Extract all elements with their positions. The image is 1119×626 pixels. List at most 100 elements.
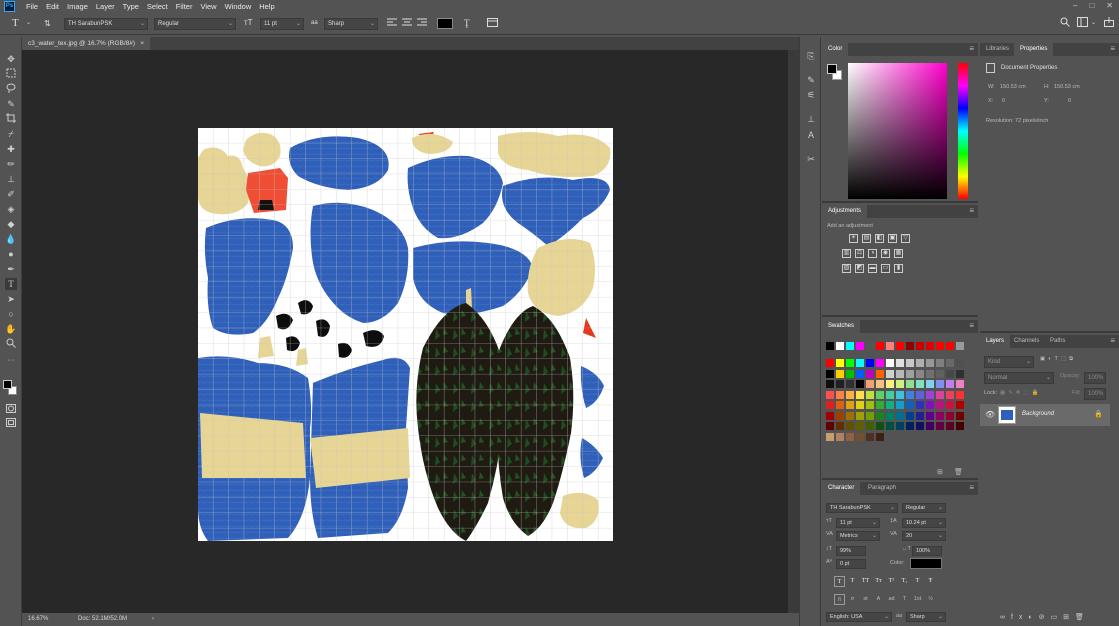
- swatch[interactable]: [906, 390, 914, 399]
- swatch[interactable]: [886, 411, 894, 420]
- swatch[interactable]: [906, 342, 914, 350]
- swatch[interactable]: [826, 422, 834, 430]
- swatch[interactable]: [946, 342, 954, 350]
- toggle-text-orientation-icon[interactable]: ⇅: [44, 18, 51, 30]
- swatch[interactable]: [926, 422, 934, 430]
- menu-help[interactable]: Help: [255, 0, 278, 13]
- y-value[interactable]: 0: [1068, 98, 1071, 104]
- swatch[interactable]: [826, 369, 834, 378]
- swatch[interactable]: [896, 342, 904, 350]
- adjustment-icon[interactable]: ▮: [894, 264, 903, 273]
- brush-panel-icon[interactable]: ✎: [805, 74, 817, 86]
- brush-tool-icon[interactable]: ✏: [5, 158, 17, 170]
- language-select[interactable]: English: USA ⌄: [826, 612, 892, 622]
- history-brush-tool-icon[interactable]: ✐: [5, 188, 17, 200]
- swatch[interactable]: [846, 390, 854, 399]
- char-leading-field[interactable]: 10.24 pt ⌄: [902, 518, 946, 528]
- swatch[interactable]: [866, 380, 874, 388]
- swatch[interactable]: [956, 369, 964, 378]
- marquee-tool-icon[interactable]: [5, 68, 17, 80]
- swatch[interactable]: [896, 422, 904, 430]
- blur-tool-icon[interactable]: 💧: [5, 233, 17, 245]
- adjustment-icon[interactable]: ◉: [881, 249, 890, 258]
- swatch[interactable]: [856, 411, 864, 420]
- eraser-tool-icon[interactable]: ◈: [5, 203, 17, 215]
- close-window-button[interactable]: ✕: [1106, 0, 1113, 12]
- opentype-button[interactable]: ad: [886, 594, 897, 605]
- swatch[interactable]: [876, 422, 884, 430]
- lasso-tool-icon[interactable]: [5, 83, 17, 95]
- char-tracking-field[interactable]: 20 ⌄: [902, 531, 946, 541]
- swatch[interactable]: [866, 390, 874, 399]
- tab-swatches[interactable]: Swatches: [822, 320, 861, 333]
- swatch[interactable]: [886, 369, 894, 378]
- lock-icons[interactable]: ▦✎✥⬚🔒: [1000, 390, 1041, 396]
- swatch[interactable]: [876, 342, 884, 350]
- swatch[interactable]: [866, 432, 874, 441]
- menu-type[interactable]: Type: [119, 0, 143, 13]
- swatch[interactable]: [926, 342, 934, 350]
- layer-filter-icons[interactable]: ▣◐T⬚⧉: [1040, 356, 1076, 363]
- swatch[interactable]: [876, 401, 884, 409]
- properties-panel-menu-icon[interactable]: ≡: [1110, 43, 1115, 55]
- type-style-button[interactable]: T: [912, 576, 923, 587]
- align-left-icon[interactable]: [387, 18, 397, 31]
- char-kerning-select[interactable]: Metrics ⌄: [836, 531, 880, 541]
- swatch[interactable]: [836, 432, 844, 441]
- clone-source-panel-icon[interactable]: ⊥: [805, 113, 817, 125]
- zoom-tool-icon[interactable]: [5, 338, 17, 350]
- swatch[interactable]: [946, 401, 954, 409]
- swatch[interactable]: [886, 401, 894, 409]
- swatch[interactable]: [906, 401, 914, 409]
- vertical-scrollbar[interactable]: [788, 50, 799, 613]
- swatch[interactable]: [906, 369, 914, 378]
- hand-tool-icon[interactable]: ✋: [5, 323, 17, 335]
- opentype-button[interactable]: 1st: [912, 594, 923, 605]
- swatch[interactable]: [886, 359, 894, 367]
- tab-adjustments[interactable]: Adjustments: [822, 205, 868, 218]
- swatch[interactable]: [916, 422, 924, 430]
- swatch[interactable]: [846, 411, 854, 420]
- char-antialias-select[interactable]: Sharp ⌄: [906, 612, 946, 622]
- tab-libraries[interactable]: Libraries: [980, 43, 1015, 56]
- align-center-icon[interactable]: [402, 18, 412, 31]
- swatch[interactable]: [936, 359, 944, 367]
- type-tool-preset-icon[interactable]: T: [12, 17, 19, 29]
- paint-bucket-tool-icon[interactable]: ◆: [5, 218, 17, 230]
- ellipse-tool-icon[interactable]: ○: [5, 308, 17, 320]
- pen-tool-icon[interactable]: ✒: [5, 263, 17, 275]
- swatch[interactable]: [896, 411, 904, 420]
- swatch[interactable]: [886, 380, 894, 388]
- color-panel-menu-icon[interactable]: ≡: [969, 43, 974, 55]
- swatch[interactable]: [896, 390, 904, 399]
- swatch[interactable]: [946, 380, 954, 388]
- swatch[interactable]: [936, 401, 944, 409]
- swatch[interactable]: [866, 359, 874, 367]
- adjustment-icon[interactable]: ▤: [862, 234, 871, 243]
- swatch[interactable]: [866, 401, 874, 409]
- swatch[interactable]: [826, 359, 834, 367]
- opentype-button[interactable]: st: [860, 594, 871, 605]
- tab-properties[interactable]: Properties: [1014, 43, 1054, 56]
- more-tools-icon[interactable]: ···: [5, 355, 17, 367]
- swatch[interactable]: [916, 359, 924, 367]
- char-font-style-select[interactable]: Regular ⌄: [902, 503, 946, 513]
- swatch[interactable]: [926, 411, 934, 420]
- color-fg-swatch[interactable]: [827, 64, 837, 74]
- swatch[interactable]: [926, 380, 934, 388]
- width-value[interactable]: 150.53 cm: [1000, 84, 1026, 90]
- swatch[interactable]: [956, 342, 964, 350]
- align-right-icon[interactable]: [417, 18, 427, 31]
- opentype-button[interactable]: fi: [834, 594, 845, 605]
- tab-channels[interactable]: Channels: [1008, 335, 1045, 348]
- swatch[interactable]: [956, 380, 964, 388]
- swatch[interactable]: [836, 359, 844, 367]
- foreground-color-swatch[interactable]: [3, 380, 12, 389]
- swatch[interactable]: [826, 401, 834, 409]
- swatch[interactable]: [826, 432, 834, 441]
- swatch[interactable]: [926, 359, 934, 367]
- blend-mode-select[interactable]: Normal ⌄: [984, 372, 1054, 384]
- font-style-select[interactable]: Regular ⌄: [154, 18, 236, 30]
- swatch[interactable]: [856, 390, 864, 399]
- swatch[interactable]: [916, 390, 924, 399]
